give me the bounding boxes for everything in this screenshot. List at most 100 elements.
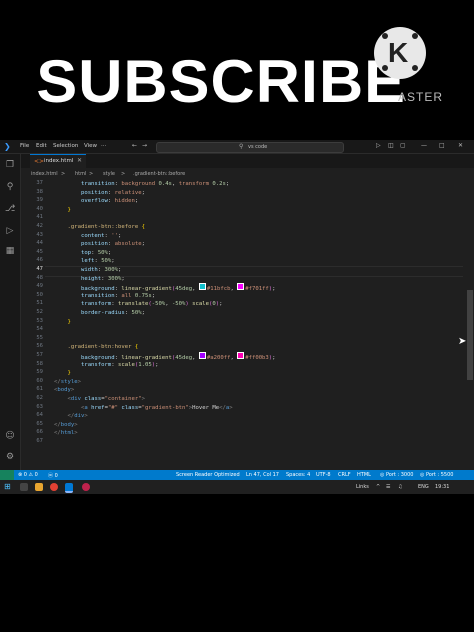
line-number: 50 [36, 291, 43, 298]
line-number: 66 [36, 429, 43, 436]
logo-letter: K [388, 37, 409, 68]
search-icon[interactable]: ⚲ [5, 182, 15, 192]
menu-view[interactable]: View [84, 143, 97, 149]
menu-selection[interactable]: Selection [53, 143, 78, 149]
run-icon[interactable]: ▷ [376, 142, 381, 149]
indentation[interactable]: Spaces: 4 [286, 472, 310, 478]
breadcrumb-style[interactable]: style [103, 171, 115, 177]
extensions-icon[interactable]: ▦ [5, 246, 15, 256]
breadcrumb-selector[interactable]: .gradient-btn::before [133, 171, 185, 177]
volume-icon[interactable]: ♫ [398, 484, 402, 490]
forward-arrow-icon[interactable]: → [142, 142, 147, 149]
title-bar: ❯ File Edit Selection View ··· ← → ⚲ vs … [0, 140, 474, 154]
logo-dot [382, 65, 388, 71]
maximize-icon[interactable]: □ [439, 142, 445, 149]
minimize-icon[interactable]: — [421, 142, 427, 149]
menu-edit[interactable]: Edit [36, 143, 47, 149]
tab-label: index.html [44, 158, 74, 164]
code-line[interactable]: } [54, 206, 70, 215]
code-editor[interactable]: transition: background 0.4s, transform 0… [54, 180, 454, 470]
live-server-port-3000[interactable]: ◎ Port : 3000 [380, 472, 413, 478]
breadcrumb-separator: > [61, 171, 66, 177]
problems-indicator[interactable]: ⊗ 0 ⚠ 0 [18, 472, 38, 478]
breadcrumb-separator: > [89, 171, 94, 177]
breadcrumb-html[interactable]: html [75, 171, 86, 177]
activity-bar: ❐ ⚲ ⎇ ▷ ▦ ☺ ⚙ [0, 154, 21, 470]
chrome-icon[interactable] [50, 483, 58, 491]
line-number: 59 [36, 369, 43, 376]
line-number: 52 [36, 309, 43, 315]
close-icon[interactable]: ✕ [458, 142, 463, 149]
line-number: 56 [36, 343, 43, 350]
line-number: 51 [36, 300, 43, 307]
line-number: 38 [36, 188, 43, 195]
back-arrow-icon[interactable]: ← [132, 142, 137, 149]
tab-index-html[interactable]: <> index.html ✕ [30, 154, 86, 169]
tab-close-icon[interactable]: ✕ [77, 157, 82, 164]
line-number: 45 [36, 248, 43, 255]
line-number-gutter: 37 38 39 40 41 42 43 44 45 46 47 48 49 50 51 52 53 54 55 56… [21, 180, 45, 470]
screen-reader-status[interactable]: Screen Reader Optimized [176, 472, 240, 478]
language-mode[interactable]: HTML [357, 472, 371, 478]
line-number: 53 [36, 317, 43, 324]
code-line[interactable]: } [54, 318, 70, 327]
line-number: 65 [36, 420, 43, 427]
explorer-icon[interactable]: ❐ [5, 160, 15, 170]
app-icon[interactable] [82, 483, 90, 491]
line-number: 55 [36, 334, 43, 341]
line-number: 44 [36, 240, 43, 247]
subscribe-headline: SUBSCRIBE [36, 48, 407, 115]
line-number: 60 [36, 377, 43, 384]
remote-indicator-icon[interactable] [0, 470, 14, 480]
line-number: 49 [36, 283, 43, 290]
line-number: 54 [36, 326, 43, 333]
vscode-window: ❯ File Edit Selection View ··· ← → ⚲ vs … [0, 140, 474, 480]
line-number: 61 [36, 386, 43, 393]
live-server-port-5500[interactable]: ◎ Port : 5500 [420, 472, 453, 478]
taskbar-links[interactable]: Links [356, 484, 369, 490]
logo-dot [412, 65, 418, 71]
language-indicator[interactable]: ENG [418, 484, 429, 490]
end-of-line[interactable]: CRLF [338, 472, 351, 478]
logo-dot [382, 33, 388, 39]
line-number: 42 [36, 223, 43, 229]
split-editor-icon[interactable]: ◫ [388, 142, 394, 149]
line-number: 43 [36, 231, 43, 238]
tray-chevron-icon[interactable]: ^ [376, 484, 380, 490]
line-number: 63 [36, 403, 43, 410]
command-center-label: vs code [248, 144, 268, 150]
search-icon: ⚲ [239, 143, 244, 150]
account-icon[interactable]: ☺ [5, 431, 15, 441]
line-number: 47 [36, 266, 43, 272]
source-control-icon[interactable]: ⎇ [5, 204, 15, 214]
start-menu-icon[interactable]: ⊞ [4, 482, 11, 491]
line-number: 46 [36, 257, 43, 264]
windows-taskbar: ⊞ Links ^ ☰ ♫ ENG 19:31 [0, 480, 474, 494]
settings-gear-icon[interactable]: ⚙ [5, 452, 15, 462]
layout-icon[interactable]: ▢ [400, 142, 406, 149]
line-number: 48 [36, 274, 43, 281]
line-number: 41 [36, 214, 43, 221]
run-debug-icon[interactable]: ▷ [5, 226, 15, 236]
search-icon[interactable] [20, 483, 28, 491]
network-icon[interactable]: ☰ [386, 484, 390, 490]
line-number: 67 [36, 438, 43, 444]
code-line[interactable]: </html> [54, 429, 78, 438]
clock[interactable]: 19:31 [435, 484, 449, 490]
breadcrumb-separator: > [121, 171, 126, 177]
file-explorer-icon[interactable] [35, 483, 43, 491]
vscode-taskbar-icon[interactable] [65, 483, 73, 493]
ports-indicator[interactable]: ⓦ 0 [48, 472, 58, 479]
command-center-search[interactable]: ⚲ vs code [156, 142, 344, 153]
encoding[interactable]: UTF-8 [316, 472, 331, 478]
status-bar: ⊗ 0 ⚠ 0 ⓦ 0 Screen Reader Optimized Ln 4… [0, 470, 474, 480]
menu-file[interactable]: File [20, 143, 29, 149]
line-number: 39 [36, 197, 43, 204]
line-number: 58 [36, 360, 43, 367]
editor-scrollbar[interactable] [467, 290, 473, 380]
breadcrumb: index.html > html > style > .gradient-bt… [21, 169, 474, 179]
breadcrumb-file[interactable]: index.html [31, 171, 58, 177]
menu-more[interactable]: ··· [101, 143, 106, 149]
cursor-position[interactable]: Ln 47, Col 17 [246, 472, 279, 478]
video-overlay-banner: SUBSCRIBE K ASTER [0, 0, 474, 140]
